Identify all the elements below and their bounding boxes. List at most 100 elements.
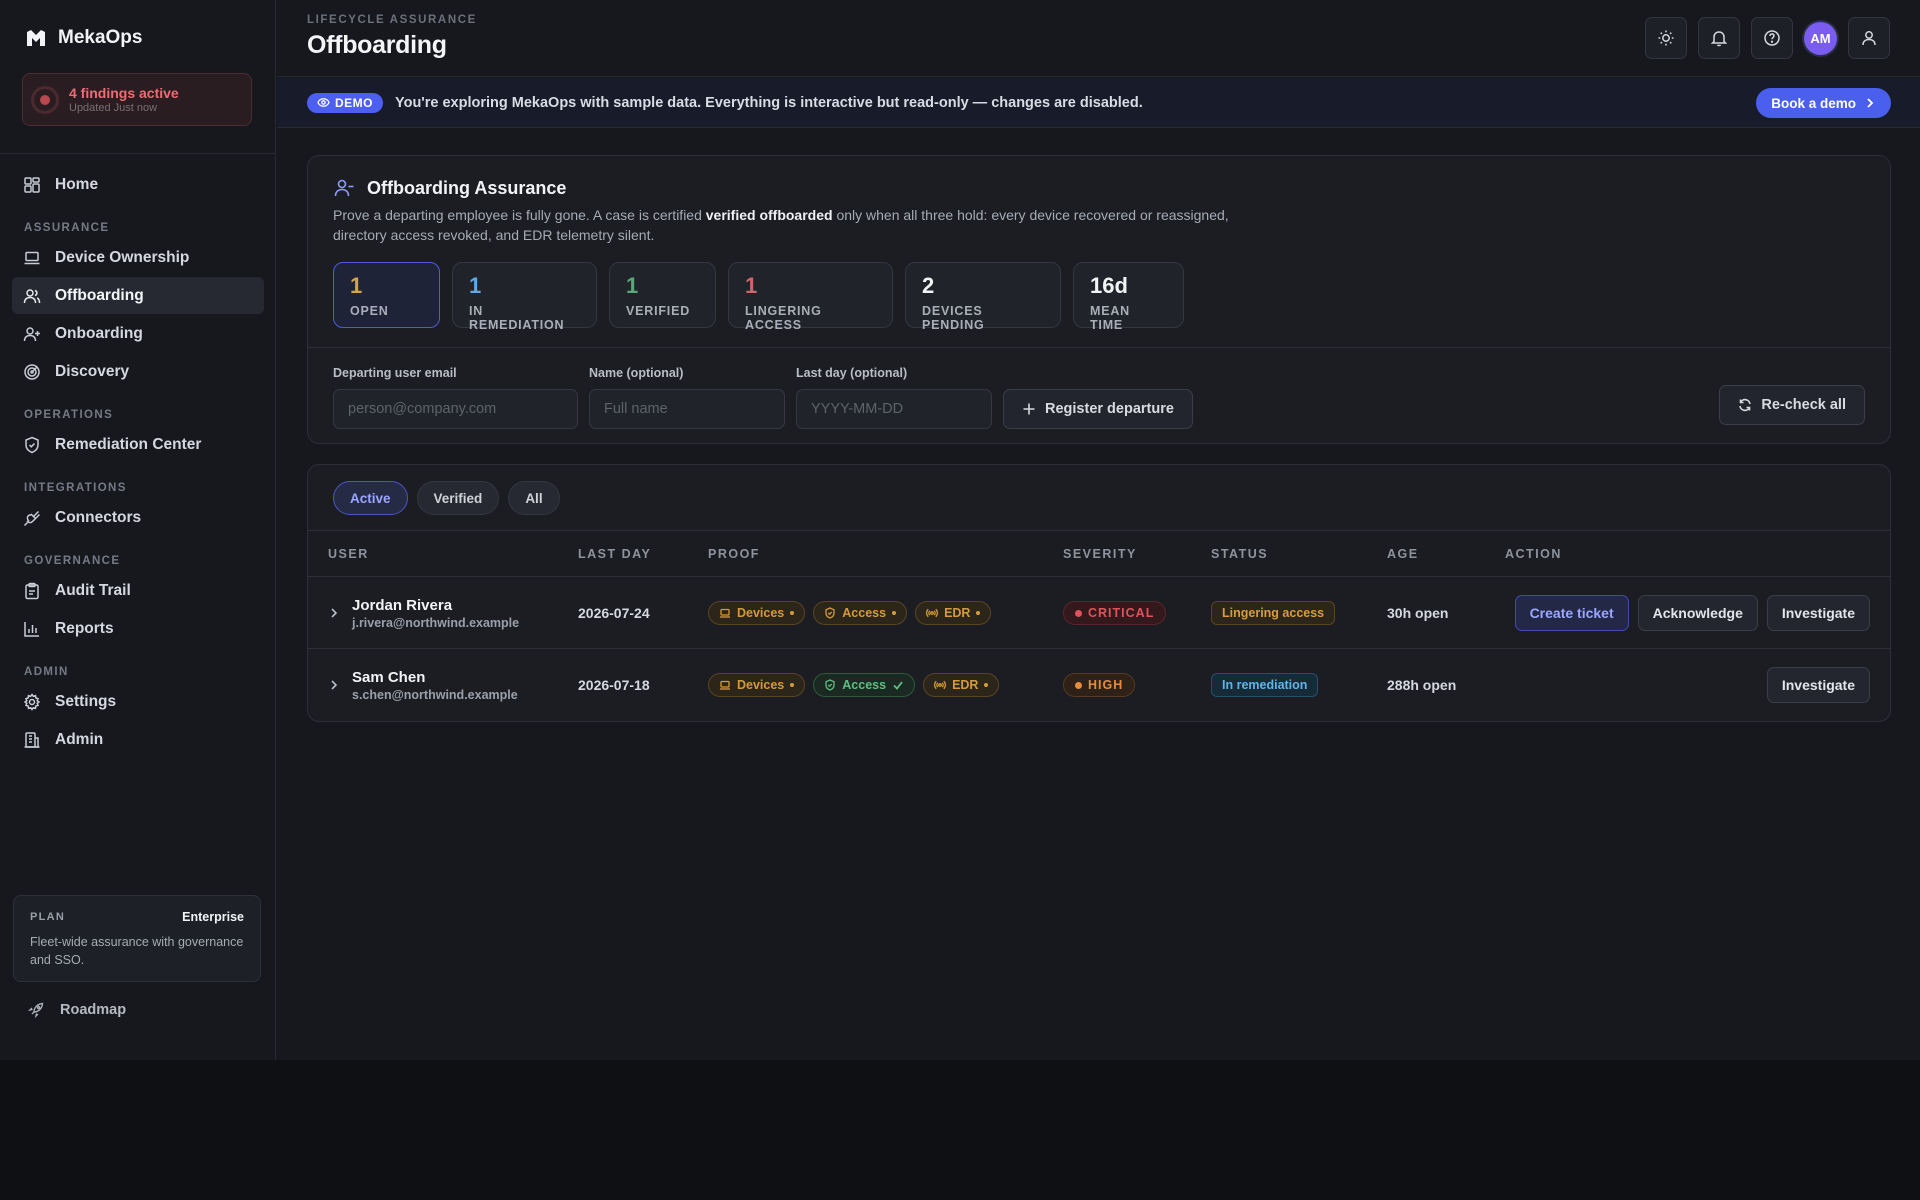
- expand-row-button[interactable]: [328, 649, 342, 721]
- recheck-all-button[interactable]: Re-check all: [1719, 385, 1865, 425]
- findings-indicator[interactable]: 4 findings active Updated Just now: [22, 73, 252, 126]
- name-field[interactable]: Full name: [589, 389, 785, 429]
- stat-in-remediation[interactable]: 1 IN REMEDIATION: [452, 262, 597, 332]
- column-header-proof[interactable]: PROOF: [708, 547, 760, 561]
- column-header-age[interactable]: AGE: [1387, 547, 1419, 561]
- broadcast-icon: [934, 680, 947, 690]
- status-cell: In remediation: [1211, 649, 1319, 721]
- broadcast-icon: [926, 608, 939, 618]
- column-header-last-day[interactable]: LAST DAY: [578, 547, 651, 561]
- filter-all[interactable]: All: [508, 481, 560, 515]
- roadmap-link[interactable]: Roadmap: [28, 1002, 126, 1018]
- proof-cell: Devices Access EDR: [708, 577, 992, 649]
- notifications-button[interactable]: [1698, 17, 1740, 59]
- sidebar-item-audit-trail[interactable]: Audit Trail: [12, 572, 264, 609]
- brand-name: MekaOps: [58, 27, 143, 48]
- book-demo-button[interactable]: Book a demo: [1756, 88, 1891, 118]
- column-header-status[interactable]: STATUS: [1211, 547, 1268, 561]
- investigate-button[interactable]: Investigate: [1766, 595, 1870, 631]
- proof-edr-tag[interactable]: EDR: [923, 673, 1000, 697]
- create-ticket-button[interactable]: Create ticket: [1514, 595, 1629, 631]
- refresh-icon: [1739, 398, 1752, 412]
- account-button[interactable]: [1848, 17, 1890, 59]
- plan-label: PLAN: [30, 911, 66, 923]
- table-row[interactable]: Sam Chen s.chen@northwind.example 2026-0…: [308, 649, 1890, 721]
- theme-toggle-button[interactable]: [1645, 17, 1687, 59]
- column-header-severity[interactable]: SEVERITY: [1063, 547, 1137, 561]
- action-cell: Investigate: [1308, 649, 1870, 721]
- sidebar-item-remediation-center[interactable]: Remediation Center: [12, 426, 264, 463]
- stat-open[interactable]: 1 OPEN: [333, 262, 440, 328]
- sidebar-item-connectors[interactable]: Connectors: [12, 499, 264, 536]
- table-row[interactable]: Jordan Rivera j.rivera@northwind.example…: [308, 577, 1890, 649]
- last-day: 2026-07-24: [578, 605, 650, 621]
- filter-active[interactable]: Active: [333, 481, 408, 515]
- stat-label: VERIFIED: [626, 304, 691, 318]
- sidebar-item-home[interactable]: Home: [12, 166, 264, 203]
- shield-icon: [825, 607, 835, 619]
- nav-section-admin: ADMIN: [24, 666, 69, 678]
- filter-verified[interactable]: Verified: [416, 481, 500, 515]
- user-minus-icon: [334, 179, 354, 197]
- user-icon: [1862, 31, 1876, 46]
- proof-cell: Devices Access EDR: [708, 649, 1000, 721]
- stat-value: 1: [745, 273, 758, 298]
- email-field[interactable]: person@company.com: [333, 389, 578, 429]
- stat-mean-time[interactable]: 16d MEAN TIME: [1073, 262, 1184, 332]
- investigate-button[interactable]: Investigate: [1766, 667, 1870, 703]
- stat-verified[interactable]: 1 VERIFIED: [609, 262, 716, 328]
- stat-value: 1: [350, 273, 363, 298]
- proof-access-tag[interactable]: Access: [813, 601, 908, 625]
- demo-message: You're exploring MekaOps with sample dat…: [395, 94, 1143, 111]
- expand-row-button[interactable]: [328, 577, 342, 649]
- sidebar-item-label: Reports: [55, 619, 114, 637]
- stat-label: DEVICES PENDING: [922, 304, 985, 332]
- stat-lingering-access[interactable]: 1 LINGERING ACCESS: [728, 262, 893, 332]
- user-name: Jordan Rivera: [352, 596, 453, 614]
- column-header-user[interactable]: USER: [328, 547, 369, 561]
- card-divider: [308, 347, 1890, 348]
- help-button[interactable]: [1751, 17, 1793, 59]
- alert-dot-icon: [31, 85, 59, 114]
- cases-table-card: Active Verified All USER LAST DAY PROOF …: [307, 464, 1891, 722]
- sidebar: MekaOps 4 findings active Updated Just n…: [0, 0, 276, 1060]
- proof-devices-tag[interactable]: Devices: [708, 601, 806, 625]
- last-day-field-label: Last day (optional): [796, 366, 908, 380]
- proof-edr-tag[interactable]: EDR: [915, 601, 992, 625]
- mekaops-logo-icon: [27, 30, 45, 46]
- sidebar-item-reports[interactable]: Reports: [12, 610, 264, 647]
- last-day-field[interactable]: YYYY-MM-DD: [796, 389, 992, 429]
- sidebar-item-settings[interactable]: Settings: [12, 683, 264, 720]
- acknowledge-button[interactable]: Acknowledge: [1637, 595, 1758, 631]
- sidebar-item-label: Audit Trail: [55, 581, 131, 599]
- stat-devices-pending[interactable]: 2 DEVICES PENDING: [905, 262, 1061, 332]
- plug-icon: [23, 510, 41, 526]
- stat-label: OPEN: [350, 304, 389, 318]
- chevron-right-icon: [331, 680, 338, 690]
- sidebar-item-device-ownership[interactable]: Device Ownership: [12, 239, 264, 276]
- proof-label: Access: [842, 606, 887, 620]
- plan-card: PLAN Enterprise Fleet-wide assurance wit…: [13, 895, 261, 982]
- stat-label: LINGERING ACCESS: [745, 304, 822, 332]
- sidebar-item-discovery[interactable]: Discovery: [12, 353, 264, 390]
- sidebar-item-offboarding[interactable]: Offboarding: [12, 277, 264, 314]
- proof-label: EDR: [952, 678, 979, 692]
- plan-tier: Enterprise: [182, 910, 244, 924]
- topbar: LIFECYCLE ASSURANCE Offboarding AM: [277, 0, 1920, 77]
- column-header-action[interactable]: ACTION: [1505, 547, 1562, 561]
- proof-devices-tag[interactable]: Devices: [708, 673, 806, 697]
- action-cell: Create ticket Acknowledge Investigate: [1308, 577, 1870, 649]
- avatar[interactable]: AM: [1804, 21, 1837, 55]
- sidebar-item-onboarding[interactable]: Onboarding: [12, 315, 264, 352]
- demo-banner: DEMO You're exploring MekaOps with sampl…: [277, 78, 1920, 128]
- sidebar-item-admin[interactable]: Admin: [12, 721, 264, 758]
- user-plus-icon: [23, 326, 40, 341]
- user-email: s.chen@northwind.example: [352, 687, 518, 702]
- page-background: [0, 1060, 1920, 1200]
- assurance-description: Prove a departing employee is fully gone…: [333, 205, 1273, 245]
- register-departure-button[interactable]: Register departure: [1003, 389, 1193, 429]
- sidebar-item-label: Settings: [55, 692, 117, 710]
- brand[interactable]: MekaOps: [24, 26, 142, 50]
- proof-label: Access: [842, 678, 887, 692]
- proof-access-tag[interactable]: Access: [813, 673, 916, 697]
